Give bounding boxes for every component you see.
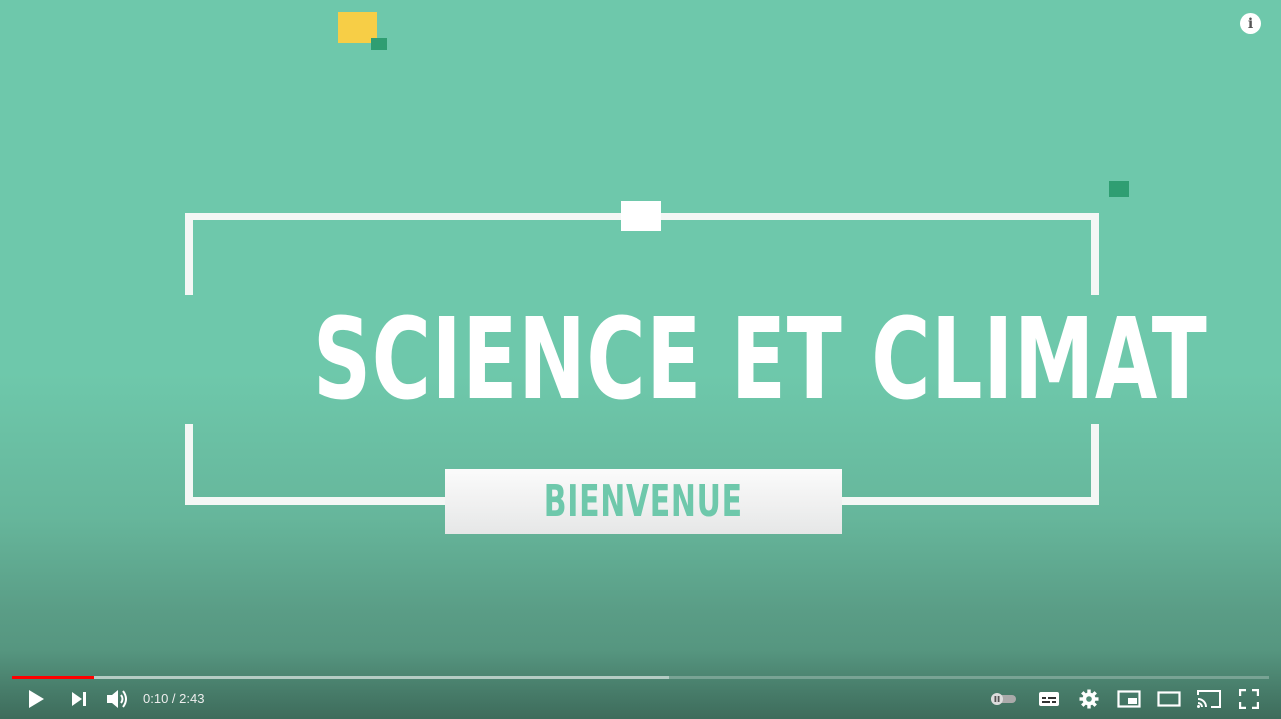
settings-button[interactable] — [1074, 681, 1104, 717]
progress-played — [12, 676, 95, 679]
video-player[interactable]: SCIENCE ET CLIMAT BIENVENUE i 0:10 / 2:4… — [0, 0, 1281, 719]
volume-icon — [107, 690, 127, 708]
theater-mode-icon — [1157, 691, 1181, 707]
cast-button[interactable] — [1194, 681, 1224, 717]
miniplayer-button[interactable] — [1114, 681, 1144, 717]
play-button[interactable] — [20, 681, 52, 717]
volume-button[interactable] — [102, 681, 134, 717]
info-icon[interactable]: i — [1240, 13, 1261, 34]
player-controls: 0:10 / 2:43 — [0, 681, 1281, 717]
progress-bar[interactable] — [12, 676, 1269, 679]
next-icon — [72, 692, 86, 706]
video-title-text: SCIENCE ET CLIMAT — [312, 295, 1208, 425]
miniplayer-icon — [1117, 690, 1141, 708]
cast-icon — [1197, 690, 1221, 708]
subtitle-banner: BIENVENUE — [445, 469, 842, 534]
frame-bottom-left-line — [185, 497, 447, 505]
subtitles-button[interactable] — [1034, 681, 1064, 717]
progress-buffered — [12, 676, 669, 679]
subtitles-icon — [1039, 692, 1059, 706]
autoplay-toggle-icon — [991, 693, 1016, 705]
play-icon — [29, 690, 44, 708]
frame-bottom-right-line — [840, 497, 1099, 505]
frame-top-tab — [621, 201, 661, 231]
autoplay-toggle[interactable] — [986, 681, 1020, 717]
time-display: 0:10 / 2:43 — [143, 691, 205, 706]
subtitle-text: BIENVENUE — [544, 476, 743, 527]
green-square-decoration — [1109, 181, 1129, 197]
settings-icon — [1079, 689, 1099, 709]
fullscreen-button[interactable] — [1234, 681, 1264, 717]
frame-right-top-line — [1091, 213, 1099, 295]
frame-left-top-line — [185, 213, 193, 295]
next-button[interactable] — [63, 681, 95, 717]
green-square-decoration — [371, 38, 387, 50]
frame-left-bottom-line — [185, 424, 193, 505]
fullscreen-icon — [1239, 689, 1259, 709]
theater-mode-button[interactable] — [1154, 681, 1184, 717]
frame-right-bottom-line — [1091, 424, 1099, 505]
